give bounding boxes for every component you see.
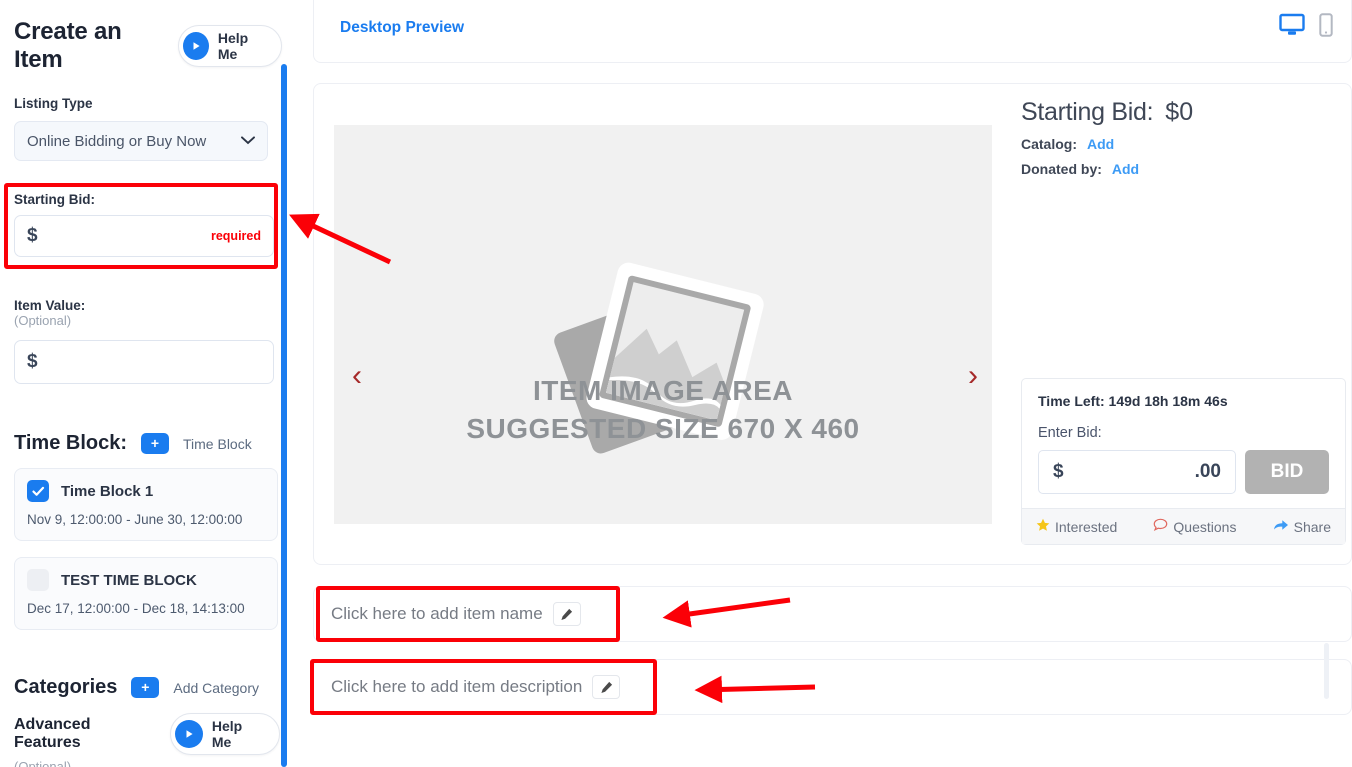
donated-by-label: Donated by: <box>1021 161 1102 177</box>
desktop-icon[interactable] <box>1279 13 1305 42</box>
currency-symbol: $ <box>27 351 38 372</box>
desktop-preview-link[interactable]: Desktop Preview <box>340 19 464 37</box>
starting-bid-amount: $0 <box>1165 98 1194 126</box>
page-title: Create an Item <box>14 18 122 73</box>
carousel-prev-icon[interactable]: ‹ <box>352 361 362 391</box>
starting-bid-title: Starting Bid: <box>1021 98 1154 126</box>
list-item[interactable]: Time Block 1 Nov 9, 12:00:00 - June 30, … <box>14 468 278 541</box>
image-placeholder-text: ITEM IMAGE AREA SUGGESTED SIZE 670 X 460 <box>334 372 992 448</box>
mobile-icon[interactable] <box>1319 13 1333 42</box>
sidebar: Create an Item Help Me Listing Type Onli… <box>0 0 288 767</box>
share-action[interactable]: Share <box>1273 518 1331 535</box>
bid-box-footer: Interested Questions Share <box>1022 508 1345 544</box>
categories-section: Categories + Add Category Advanced Featu… <box>14 676 280 767</box>
categories-header: Categories + Add Category <box>14 676 280 699</box>
interested-label: Interested <box>1055 518 1118 535</box>
comment-icon <box>1153 518 1168 535</box>
donated-by-row: Donated by: Add <box>1021 161 1346 177</box>
preview-panel: Desktop Preview ITEM IMAGE AREA SUGGESTE… <box>300 0 1352 767</box>
catalog-add-link[interactable]: Add <box>1087 136 1114 152</box>
share-icon <box>1273 518 1289 535</box>
listing-type-label: Listing Type <box>14 96 93 111</box>
image-placeholder-line1: ITEM IMAGE AREA <box>532 375 794 406</box>
annotation-box-item-name <box>316 586 620 642</box>
advanced-features-header: Advanced Features Help Me <box>14 713 280 755</box>
time-block-name: Time Block 1 <box>61 482 154 500</box>
catalog-label: Catalog: <box>1021 136 1077 152</box>
bid-summary: Starting Bid: $0 Catalog: Add Donated by… <box>1021 98 1346 177</box>
listing-type-select[interactable]: Online Bidding or Buy Now <box>14 121 268 161</box>
time-block-name: TEST TIME BLOCK <box>61 571 197 589</box>
categories-title: Categories <box>14 676 118 698</box>
play-icon <box>183 32 209 60</box>
listing-type-value: Online Bidding or Buy Now <box>27 132 207 150</box>
plus-icon[interactable]: + <box>131 677 160 698</box>
donated-by-add-link[interactable]: Add <box>1112 161 1139 177</box>
time-block-section: Time Block: + Time Block Time Block 1 No… <box>14 432 278 630</box>
questions-action[interactable]: Questions <box>1153 518 1236 535</box>
help-me-button-advanced[interactable]: Help Me <box>170 713 280 755</box>
item-preview-card: ITEM IMAGE AREA SUGGESTED SIZE 670 X 460… <box>313 83 1352 565</box>
checkbox-checked[interactable] <box>27 480 49 502</box>
advanced-features-title: Advanced Features <box>14 716 91 751</box>
time-left-text: Time Left: 149d 18h 18m 46s <box>1038 393 1228 409</box>
main-scrollbar[interactable] <box>1324 643 1329 699</box>
time-block-dates: Nov 9, 12:00:00 - June 30, 12:00:00 <box>27 512 243 527</box>
carousel-next-icon[interactable]: › <box>968 361 978 391</box>
sidebar-scrollbar[interactable] <box>281 64 287 767</box>
item-value-input[interactable]: $ <box>14 340 274 384</box>
sidebar-header: Create an Item Help Me <box>0 0 282 74</box>
item-image-area[interactable]: ITEM IMAGE AREA SUGGESTED SIZE 670 X 460… <box>334 125 992 524</box>
bid-box: Time Left: 149d 18h 18m 46s Enter Bid: $… <box>1021 378 1346 545</box>
add-category-link[interactable]: Add Category <box>173 680 259 696</box>
share-label: Share <box>1293 518 1331 535</box>
item-value-group: Item Value: (Optional) $ <box>14 298 274 384</box>
bid-button[interactable]: BID <box>1245 450 1329 494</box>
listing-type-group: Listing Type Online Bidding or Buy Now <box>0 74 282 161</box>
time-block-dates: Dec 17, 12:00:00 - Dec 18, 14:13:00 <box>27 601 245 616</box>
help-me-label: Help Me <box>211 718 243 750</box>
bid-decimals: .00 <box>1194 461 1221 482</box>
image-placeholder-line2: SUGGESTED SIZE 670 X 460 <box>466 413 860 444</box>
checkbox-unchecked[interactable] <box>27 569 49 591</box>
questions-label: Questions <box>1173 518 1237 535</box>
device-toggle <box>1279 13 1333 42</box>
create-item-screen: Create an Item Help Me Listing Type Onli… <box>0 0 1352 767</box>
enter-bid-label: Enter Bid: <box>1038 425 1102 441</box>
preview-toolbar: Desktop Preview <box>313 0 1352 63</box>
star-icon <box>1036 518 1050 535</box>
time-block-title: Time Block: <box>14 432 127 454</box>
time-block-header: Time Block: + Time Block <box>14 432 278 455</box>
help-me-button-top[interactable]: Help Me <box>178 25 282 67</box>
annotation-box-item-description <box>310 659 657 715</box>
help-me-label: Help Me <box>217 30 249 62</box>
list-item[interactable]: TEST TIME BLOCK Dec 17, 12:00:00 - Dec 1… <box>14 557 278 630</box>
item-value-label: Item Value: <box>14 298 86 313</box>
enter-bid-input[interactable]: $ .00 <box>1038 450 1236 494</box>
play-icon <box>175 720 203 748</box>
add-time-block-link[interactable]: Time Block <box>183 436 252 452</box>
chevron-down-icon <box>241 132 255 150</box>
plus-icon[interactable]: + <box>141 433 169 454</box>
annotation-box-starting-bid <box>4 183 278 269</box>
advanced-features-optional: (Optional) <box>14 759 72 767</box>
interested-action[interactable]: Interested <box>1036 518 1117 535</box>
currency-symbol: $ <box>1053 461 1064 482</box>
catalog-row: Catalog: Add <box>1021 136 1346 152</box>
item-value-optional: (Optional) <box>14 313 72 328</box>
